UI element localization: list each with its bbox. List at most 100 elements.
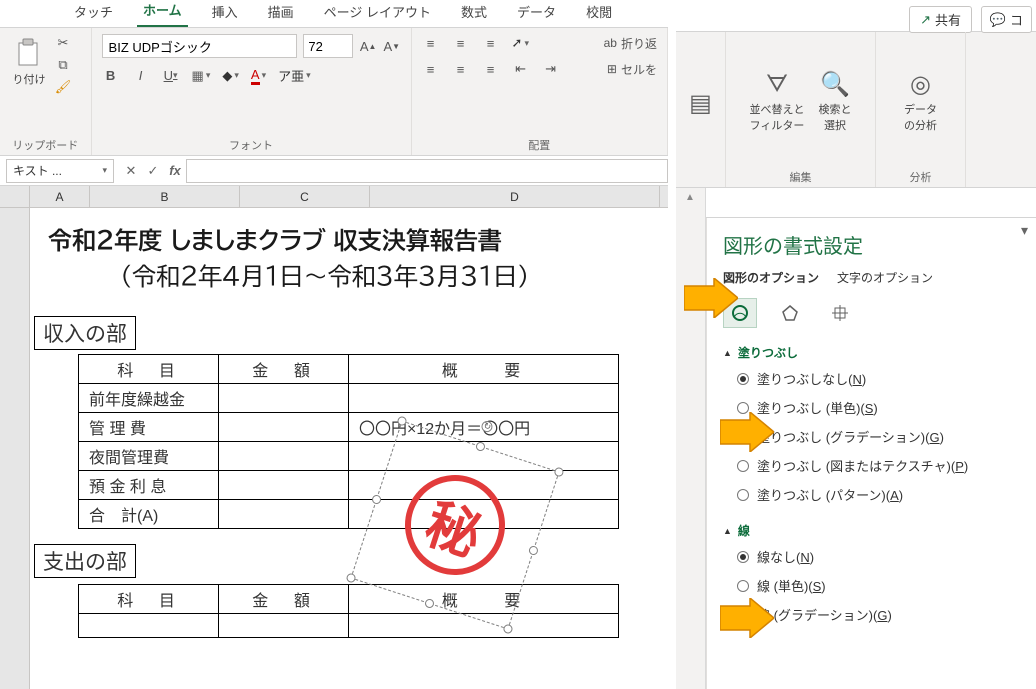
italic-button[interactable]: I [132,67,150,85]
tab-touch[interactable]: タッチ [68,0,119,27]
radio-icon [737,551,749,563]
fill-option-solid[interactable]: 塗りつぶし (単色)(S) [737,398,1022,417]
format-painter-icon[interactable]: 🖌 [54,78,72,96]
tab-insert[interactable]: 挿入 [206,0,244,27]
document-title-line2: （令和2年4月1日～令和3年3月31日） [120,264,529,288]
rotate-handle-icon[interactable] [480,420,494,434]
fill-option-picture[interactable]: 塗りつぶし (図またはテクスチャ)(P) [737,456,1022,475]
row-header-gutter[interactable] [0,208,30,689]
column-header-d[interactable]: D [370,186,660,207]
font-color-button[interactable]: A▾ [251,67,266,85]
copy-icon[interactable]: ⧉ [54,56,72,74]
wrap-text-button[interactable]: ab 折り返 [604,35,657,52]
right-ribbon: ▤ ᗊ 並べ替えと フィルター 🔍 検索と 選択 編集 ◎ データ の分析 [676,32,1036,188]
fill-color-button[interactable]: ◆▾ [222,68,239,84]
data-analysis-button[interactable]: ◎ データ の分析 [904,70,937,133]
resize-handle[interactable] [502,623,513,634]
col-desc: 概 要 [349,355,619,384]
line-option-none[interactable]: 線なし(N) [737,547,1022,566]
formula-bar: キスト ... ▾ ✕ ✓ fx [0,156,668,186]
tab-formulas[interactable]: 数式 [455,0,493,27]
paste-button[interactable]: り付け [10,34,48,90]
formula-input[interactable] [186,159,668,183]
radio-icon [737,489,749,501]
sort-filter-button[interactable]: ᗊ 並べ替えと フィルター [750,71,805,133]
find-select-button[interactable]: 🔍 検索と 選択 [819,70,852,133]
annotation-arrow-icon [684,278,738,318]
annotation-arrow-icon [720,412,774,452]
tab-page-layout[interactable]: ページ レイアウト [318,0,437,27]
align-center-icon[interactable]: ≡ [452,60,470,78]
comments-button[interactable]: 💬 コ [981,6,1032,33]
annotation-arrow-icon [720,598,774,638]
table-row: 前年度繰越金 [79,384,619,413]
insert-function-button[interactable]: fx [164,163,186,178]
share-label: 共有 [935,10,961,29]
search-icon: 🔍 [820,70,850,99]
sort-filter-label: 並べ替えと フィルター [750,101,805,133]
underline-button[interactable]: U ▾ [162,67,180,85]
analysis-group-label: 分析 [910,165,932,185]
right-pane: ↗ 共有 💬 コ ▤ ᗊ 並べ替えと フィルター 🔍 検索と 選択 [676,0,1036,689]
font-name-input[interactable] [102,34,298,58]
table-row: 管 理 費〇〇円×12か月＝〇〇円 [79,413,619,442]
fill-option-none[interactable]: 塗りつぶしなし(N) [737,369,1022,388]
bold-button[interactable]: B [102,67,120,85]
orientation-button[interactable]: ➚▾ [512,35,529,51]
col-amount: 金 額 [219,355,349,384]
share-button[interactable]: ↗ 共有 [909,6,972,33]
ribbon-group-analysis: ◎ データ の分析 分析 [876,32,966,187]
excel-main-pane: タッチ ホーム 挿入 描画 ページ レイアウト 数式 データ 校閲 り付け ✂ … [0,0,672,689]
editing-group-label: 編集 [790,165,812,185]
line-section-header[interactable]: 線 [723,522,1022,539]
name-box[interactable]: キスト ... ▾ [6,159,114,183]
border-button[interactable]: ▦▾ [192,68,211,84]
col-subject: 科 目 [79,585,219,614]
effects-tab-icon[interactable] [773,298,807,328]
tab-draw[interactable]: 描画 [262,0,300,27]
select-all-corner[interactable] [0,186,30,207]
right-formula-gap [676,188,1036,218]
indent-increase-icon[interactable]: ⇥ [542,60,560,78]
decrease-font-icon[interactable]: A▼ [383,37,401,55]
align-middle-icon[interactable]: ≡ [452,34,470,52]
line-option-gradient[interactable]: 線 (グラデーション)(G) [737,605,1022,624]
paste-label: り付け [13,71,46,87]
line-option-solid[interactable]: 線 (単色)(S) [737,576,1022,595]
phonetic-button[interactable]: ア亜▾ [278,66,311,85]
increase-font-icon[interactable]: A▲ [359,37,377,55]
merge-center-button[interactable]: ⊞ セルを [607,61,657,78]
indent-decrease-icon[interactable]: ⇤ [512,60,530,78]
ribbon-group-font: A▲ A▼ B I U ▾ ▦▾ ◆▾ A▾ ア亜▾ フォント [92,28,412,155]
section-income-label: 収入の部 [34,316,136,350]
cancel-formula-button[interactable]: ✕ [120,163,142,179]
align-left-icon[interactable]: ≡ [422,60,440,78]
radio-icon [737,373,749,385]
comments-label: コ [1010,10,1023,29]
tab-text-options[interactable]: 文字のオプション [837,269,933,286]
column-header-b[interactable]: B [90,186,240,207]
cut-icon[interactable]: ✂ [54,34,72,52]
align-bottom-icon[interactable]: ≡ [482,34,500,52]
tab-review[interactable]: 校閲 [580,0,618,27]
cells-icon[interactable]: ▤ [689,89,712,118]
font-size-input[interactable] [303,34,353,58]
data-analysis-icon: ◎ [910,70,931,99]
radio-icon [737,460,749,472]
scroll-gutter[interactable] [676,188,706,689]
confirm-formula-button[interactable]: ✓ [142,163,164,179]
fill-option-gradient[interactable]: 塗りつぶし (グラデーション)(G) [737,427,1022,446]
tab-home[interactable]: ホーム [137,0,188,27]
ribbon: り付け ✂ ⧉ 🖌 リップボード A▲ A▼ B [0,28,668,156]
align-right-icon[interactable]: ≡ [482,60,500,78]
font-group-label: フォント [229,135,273,153]
align-top-icon[interactable]: ≡ [422,34,440,52]
worksheet-area[interactable]: 令和２年度 しましまクラブ 収支決算報告書 （令和2年4月1日～令和3年3月31… [0,208,668,689]
fill-option-pattern[interactable]: 塗りつぶし (パターン)(A) [737,485,1022,504]
tab-data[interactable]: データ [511,0,562,27]
size-properties-tab-icon[interactable] [823,298,857,328]
column-header-a[interactable]: A [30,186,90,207]
fill-section-header[interactable]: 塗りつぶし [723,344,1022,361]
close-icon[interactable]: ▾ [1021,222,1028,239]
column-header-c[interactable]: C [240,186,370,207]
